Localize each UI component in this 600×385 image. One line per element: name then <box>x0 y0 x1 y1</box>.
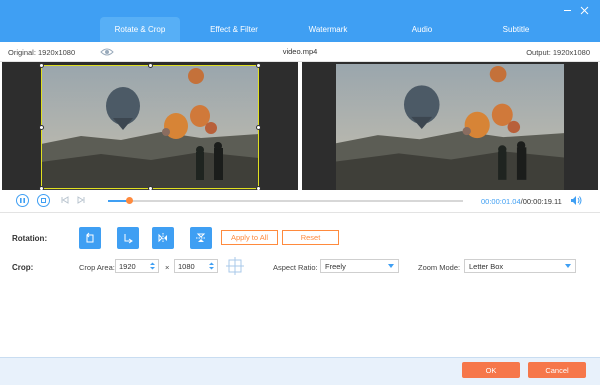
rotate-left-icon <box>86 232 94 243</box>
crop-label: Crop: <box>12 263 34 272</box>
times-sign: × <box>165 263 170 272</box>
crop-handle-top[interactable] <box>148 63 153 68</box>
next-frame-button[interactable] <box>76 195 86 205</box>
file-name: video.mp4 <box>282 47 318 56</box>
flip-vertical-button[interactable] <box>190 227 212 249</box>
volume-icon[interactable] <box>570 195 582 206</box>
rotate-left-button[interactable] <box>79 227 101 249</box>
title-bar: Rotate & Crop Effect & Filter Watermark … <box>0 0 600 42</box>
progress-track[interactable] <box>108 197 463 204</box>
edit-controls: Rotation: Apply to All Reset Crop: Crop … <box>0 212 600 357</box>
crop-height-field[interactable] <box>174 259 218 273</box>
chevron-down-icon <box>565 264 571 268</box>
crop-handle-right[interactable] <box>256 125 261 130</box>
crosshair-icon <box>226 257 244 275</box>
aspect-ratio-select[interactable]: Freely <box>320 259 399 273</box>
zoom-mode-value: Letter Box <box>469 261 504 271</box>
crop-handle-top-left[interactable] <box>39 63 44 68</box>
progress-thumb[interactable] <box>126 197 134 204</box>
height-stepper-icon[interactable] <box>207 261 216 271</box>
close-icon[interactable] <box>577 3 591 17</box>
flip-horizontal-button[interactable] <box>152 227 174 249</box>
minimize-icon[interactable] <box>560 3 574 17</box>
skip-back-icon <box>61 196 69 204</box>
output-preview <box>302 62 598 190</box>
cancel-button[interactable]: Cancel <box>528 362 586 378</box>
rotate-right-icon <box>124 234 133 244</box>
crop-area-label: Crop Area: <box>79 263 115 272</box>
crop-width-field[interactable] <box>115 259 159 273</box>
aspect-ratio-label: Aspect Ratio: <box>273 263 318 272</box>
skip-forward-icon <box>77 196 85 204</box>
chevron-down-icon <box>388 264 394 268</box>
tab-audio[interactable]: Audio <box>382 17 462 42</box>
playback-bar: 00:00:01.04/00:00:19.11 <box>0 190 600 212</box>
tab-watermark[interactable]: Watermark <box>288 17 368 42</box>
zoom-mode-label: Zoom Mode: <box>418 263 461 272</box>
stop-icon <box>41 198 46 203</box>
video-frame-output <box>336 64 564 190</box>
info-bar: Original: 1920x1080 video.mp4 Output: 19… <box>0 42 600 62</box>
flip-horizontal-icon <box>158 233 167 243</box>
width-stepper-icon[interactable] <box>148 261 157 271</box>
crop-width-input[interactable] <box>116 260 146 272</box>
pause-button[interactable] <box>16 194 29 207</box>
crop-handle-top-right[interactable] <box>256 63 261 68</box>
apply-to-all-button[interactable]: Apply to All <box>221 230 278 245</box>
ok-button[interactable]: OK <box>462 362 520 378</box>
stop-button[interactable] <box>37 194 50 207</box>
time-display: 00:00:01.04/00:00:19.11 <box>481 197 562 206</box>
flip-vertical-icon <box>196 233 206 242</box>
tab-effect-filter[interactable]: Effect & Filter <box>194 17 274 42</box>
tab-rotate-crop[interactable]: Rotate & Crop <box>100 17 180 42</box>
crop-height-input[interactable] <box>175 260 205 272</box>
current-time: 00:00:01.04 <box>481 197 521 206</box>
center-crop-button[interactable] <box>226 257 244 275</box>
crop-handle-left[interactable] <box>39 125 44 130</box>
duration: 00:00:19.11 <box>522 197 562 206</box>
reset-button[interactable]: Reset <box>282 230 339 245</box>
rotate-right-button[interactable] <box>117 227 139 249</box>
crop-rectangle[interactable] <box>39 63 261 191</box>
dialog-footer: OK Cancel <box>0 357 600 385</box>
tab-subtitle[interactable]: Subtitle <box>476 17 556 42</box>
pause-icon <box>20 198 25 203</box>
output-resolution: Output: 1920x1080 <box>526 48 590 57</box>
rotation-label: Rotation: <box>12 234 48 243</box>
tab-bar: Rotate & Crop Effect & Filter Watermark … <box>100 17 570 42</box>
aspect-ratio-value: Freely <box>325 261 346 271</box>
zoom-mode-select[interactable]: Letter Box <box>464 259 576 273</box>
previous-frame-button[interactable] <box>60 195 70 205</box>
